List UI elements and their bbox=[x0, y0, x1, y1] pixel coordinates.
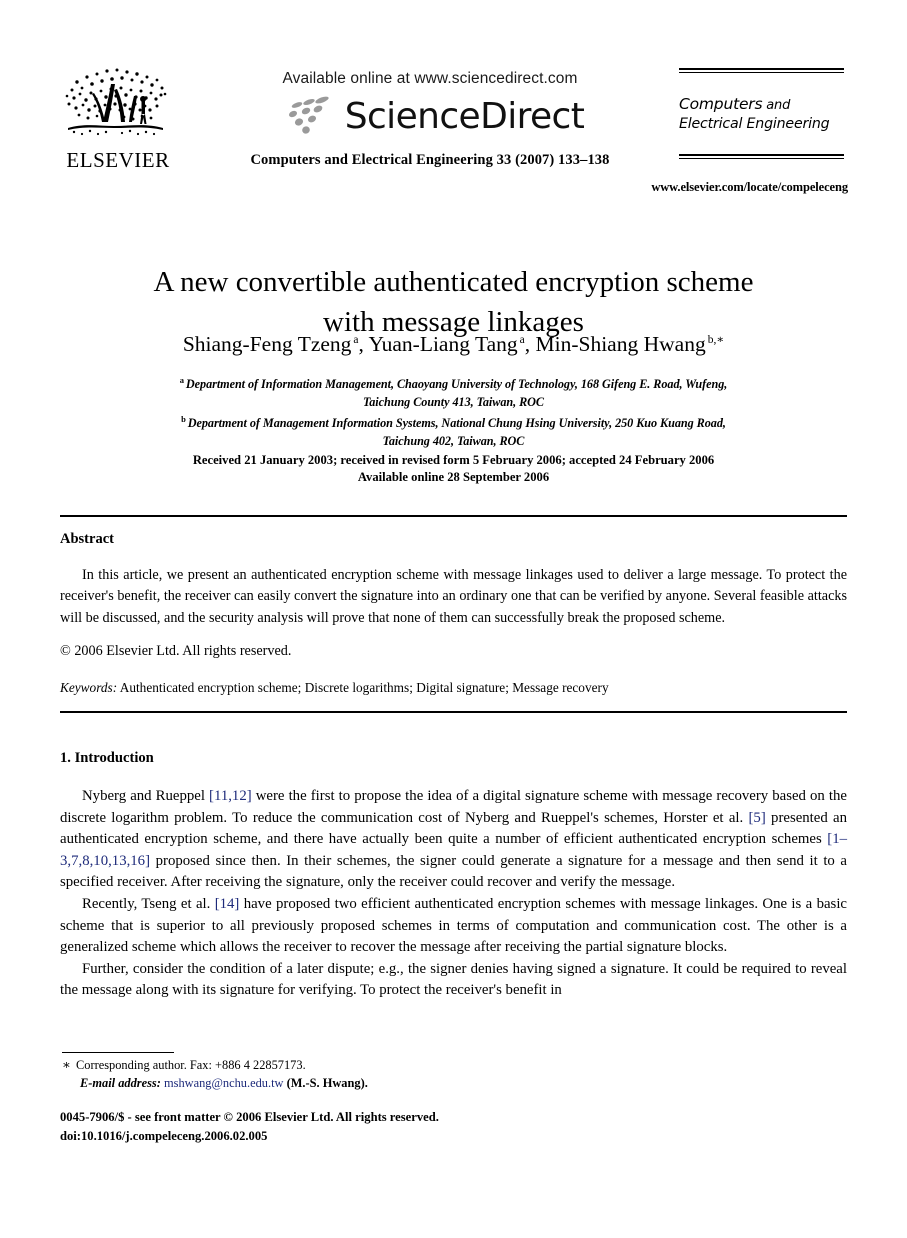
imprint-block: 0045-7906/$ - see front matter © 2006 El… bbox=[60, 1108, 660, 1146]
journal-logo-line1-weak: and bbox=[762, 98, 791, 113]
section-heading-introduction: 1. Introduction bbox=[60, 750, 154, 766]
email-label: E-mail address: bbox=[80, 1076, 161, 1090]
paragraph-1: Nyberg and Rueppel [11,12] were the firs… bbox=[60, 786, 847, 894]
journal-logo: Computers and Electrical Engineering bbox=[679, 68, 844, 159]
affiliation-marker-b: b bbox=[181, 414, 186, 425]
elsevier-tree-icon bbox=[65, 68, 167, 136]
journal-logo-rule-bottom bbox=[679, 154, 844, 159]
abstract-heading: Abstract bbox=[60, 531, 114, 547]
author-marker-3: b,∗ bbox=[707, 334, 725, 346]
issn-front-matter: 0045-7906/$ - see front matter © 2006 El… bbox=[60, 1110, 439, 1124]
available-online-text: Available online at www.sciencedirect.co… bbox=[282, 70, 578, 87]
abstract-text: In this article, we present an authentic… bbox=[60, 567, 847, 626]
keywords-label: Keywords: bbox=[60, 680, 118, 695]
email-owner: (M.-S. Hwang). bbox=[286, 1076, 368, 1090]
affiliation-a-line2: Taichung County 413, Taiwan, ROC bbox=[362, 394, 545, 409]
author-name-2: Yuan-Liang Tang bbox=[368, 332, 518, 357]
article-history: Received 21 January 2003; received in re… bbox=[103, 452, 804, 485]
footnote-rule bbox=[62, 1052, 174, 1053]
affiliation-b-line1: Department of Management Information Sys… bbox=[187, 416, 726, 431]
sciencedirect-wordmark: ScienceDirect bbox=[344, 96, 585, 137]
author-marker-1: a bbox=[353, 334, 359, 346]
footnote-text: Corresponding author. Fax: +886 4 228571… bbox=[76, 1058, 306, 1072]
footnote-line-2: E-mail address: mshwang@nchu.edu.tw (M.-… bbox=[62, 1074, 622, 1092]
citation-5[interactable]: [5] bbox=[749, 810, 766, 826]
title-line-1: A new convertible authenticated encrypti… bbox=[153, 266, 754, 299]
paragraph-3: Further, consider the condition of a lat… bbox=[60, 960, 847, 999]
sciencedirect-swoosh-icon bbox=[288, 96, 329, 134]
journal-logo-rule-top bbox=[679, 68, 844, 73]
affiliation-a: a Department of Information Management, C… bbox=[103, 372, 804, 411]
paragraph-2: Recently, Tseng et al. [14] have propose… bbox=[60, 894, 847, 959]
author-name-1: Shiang-Feng Tzeng bbox=[182, 332, 352, 357]
footnote-line-1: ∗ Corresponding author. Fax: +886 4 22857… bbox=[62, 1056, 622, 1074]
journal-logo-name: Computers and Electrical Engineering bbox=[679, 95, 844, 134]
author-marker-2: a bbox=[519, 334, 525, 346]
abstract-rule-bottom bbox=[60, 711, 847, 713]
citation-11-12[interactable]: [11,12] bbox=[209, 788, 252, 804]
doi: doi:10.1016/j.compeleceng.2006.02.005 bbox=[60, 1129, 268, 1143]
abstract-copyright: © 2006 Elsevier Ltd. All rights reserved… bbox=[60, 643, 292, 659]
footnote-star-marker: ∗ bbox=[62, 1057, 71, 1072]
journal-reference: Computers and Electrical Engineering 33 … bbox=[250, 152, 610, 168]
p1-part-d: proposed since then. In their schemes, t… bbox=[60, 852, 847, 891]
article-history-line1: Received 21 January 2003; received in re… bbox=[192, 453, 715, 467]
email-link[interactable]: mshwang@nchu.edu.tw bbox=[164, 1076, 283, 1090]
article-history-line2: Available online 28 September 2006 bbox=[357, 469, 550, 484]
affiliation-b-line2: Taichung 402, Taiwan, ROC bbox=[382, 433, 525, 448]
author-separator-2: , bbox=[524, 332, 536, 357]
author-list: Shiang-Feng Tzeng a, Yuan-Liang Tang a, Mi… bbox=[90, 327, 817, 358]
section-body: Nyberg and Rueppel [11,12] were the firs… bbox=[60, 786, 847, 1002]
affiliation-a-line1: Department of Information Management, Ch… bbox=[185, 377, 728, 392]
journal-logo-line2: Electrical Engineering bbox=[679, 116, 830, 132]
author-separator-1: , bbox=[358, 332, 369, 357]
citation-14[interactable]: [14] bbox=[215, 896, 240, 912]
affiliation-list: a Department of Information Management, C… bbox=[103, 372, 804, 450]
elsevier-wordmark: ELSEVIER bbox=[66, 148, 170, 172]
corresponding-author-footnote: ∗ Corresponding author. Fax: +886 4 22857… bbox=[62, 1056, 622, 1092]
article-page: ELSEVIER Available online at www.science… bbox=[0, 0, 907, 1238]
keywords-value: Authenticated encryption scheme; Discret… bbox=[119, 680, 609, 695]
sciencedirect-logo-block: Available online at www.sciencedirect.co… bbox=[205, 70, 655, 169]
keywords: Keywords: Authenticated encryption schem… bbox=[60, 678, 847, 697]
author-name-3: Min-Shiang Hwang bbox=[535, 332, 706, 357]
abstract-rule-top bbox=[60, 515, 847, 517]
elsevier-logo: ELSEVIER bbox=[62, 60, 174, 171]
journal-logo-line1-strong: Computers bbox=[679, 95, 763, 113]
p2-part-a: Recently, Tseng et al. bbox=[82, 895, 215, 912]
journal-url: www.elsevier.com/locate/compeleceng bbox=[651, 180, 848, 194]
affiliation-b: b Department of Management Information Sy… bbox=[103, 411, 804, 450]
masthead: ELSEVIER Available online at www.science… bbox=[0, 0, 907, 205]
p1-part-a: Nyberg and Rueppel bbox=[82, 788, 210, 804]
